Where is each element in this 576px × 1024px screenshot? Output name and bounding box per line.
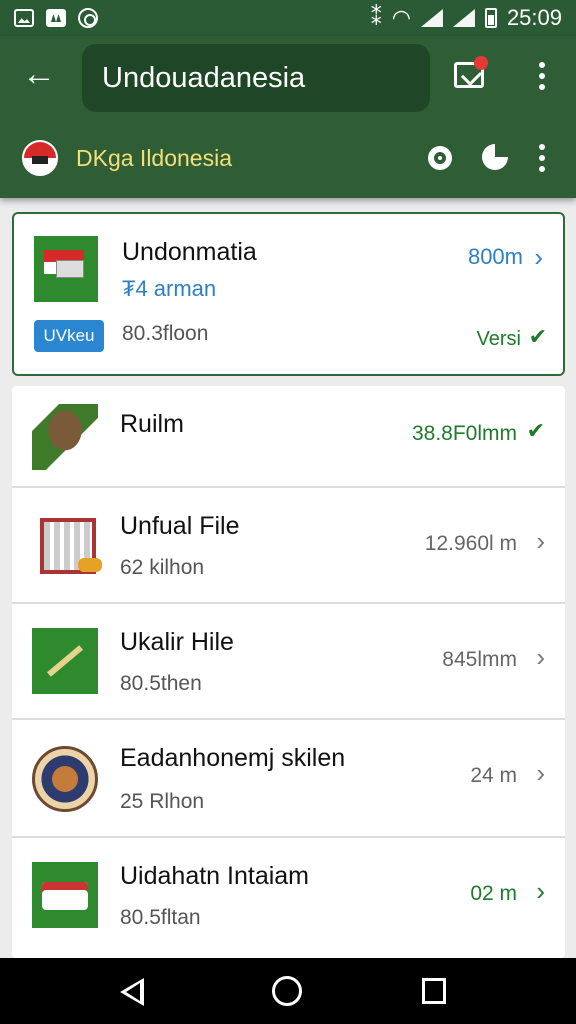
circle-icon xyxy=(78,8,98,28)
featured-count: 80.3floon xyxy=(122,322,209,345)
chevron-right-icon[interactable]: › xyxy=(536,526,545,557)
nav-home-icon[interactable] xyxy=(272,976,302,1006)
item-size: 02 m xyxy=(470,882,517,905)
featured-subtitle: ₮4 arman xyxy=(122,276,217,301)
list-item[interactable]: Uidahatn Intaiam 80.5fltan 02 m › xyxy=(12,838,565,958)
nav-recents-icon[interactable] xyxy=(422,978,446,1004)
list-item[interactable]: Unfual File 62 kilhon 12.960l m › xyxy=(12,488,565,604)
item-title: Ukalir Hile xyxy=(120,628,234,656)
item-count: 25 Rlhon xyxy=(120,790,205,813)
photo-icon xyxy=(14,9,34,27)
item-size: 12.960l m xyxy=(424,532,517,555)
item-thumbnail xyxy=(32,746,98,812)
image-icon xyxy=(46,9,66,27)
notification-badge xyxy=(474,56,488,70)
battery-icon xyxy=(484,8,497,28)
signal-icon xyxy=(420,9,443,27)
gear-icon[interactable] xyxy=(428,146,452,170)
featured-status: Versi xyxy=(476,328,521,350)
list-item[interactable]: Ukalir Hile 80.5then 845lmm › xyxy=(12,604,565,720)
item-title: Unfual File xyxy=(120,512,240,540)
app-bar: ← Undouadanesia DKga Ildonesia xyxy=(0,36,576,198)
check-icon: ✔ xyxy=(528,324,547,349)
featured-thumbnail xyxy=(34,236,98,302)
list-item[interactable]: Eadanhonemj skilen 25 Rlhon 24 m › xyxy=(12,720,565,838)
clock: 25:09 xyxy=(506,5,562,30)
chevron-right-icon[interactable]: › xyxy=(536,642,545,673)
item-count: 80.5fltan xyxy=(120,906,201,929)
item-thumbnail xyxy=(32,628,98,694)
chevron-right-icon[interactable]: › xyxy=(536,758,545,789)
list-item[interactable]: Ruilm 38.8F0lmm ✔ xyxy=(12,386,565,488)
item-title: Eadanhonemj skilen xyxy=(120,744,346,772)
item-size: 38.8F0lmm xyxy=(411,422,517,445)
nav-back-icon[interactable] xyxy=(120,978,144,1006)
pie-chart-icon[interactable] xyxy=(482,144,508,170)
featured-card[interactable]: Undonmatia ₮4 arman 800m › UVkeu 80.3flo… xyxy=(12,212,565,376)
item-title: Uidahatn Intaiam xyxy=(120,862,310,890)
flag-icon xyxy=(22,140,58,176)
region-row[interactable]: DKga Ildonesia xyxy=(22,138,232,178)
item-size: 845lmm xyxy=(442,648,517,671)
wifi-icon: ◠ xyxy=(391,5,411,30)
navigation-bar xyxy=(0,958,576,1024)
featured-tag[interactable]: UVkeu xyxy=(34,320,104,352)
chevron-right-icon[interactable]: › xyxy=(534,242,543,273)
notification-icons xyxy=(14,8,98,28)
featured-title: Undonmatia xyxy=(122,238,257,266)
item-thumbnail xyxy=(32,862,98,928)
item-title: Ruilm xyxy=(120,410,184,438)
item-thumbnail xyxy=(32,404,98,470)
file-list: Ruilm 38.8F0lmm ✔ Unfual File 62 kilhon … xyxy=(12,386,565,958)
search-field[interactable]: Undouadanesia xyxy=(82,44,430,112)
signal-icon-2 xyxy=(452,9,475,27)
back-arrow-icon[interactable]: ← xyxy=(22,56,58,92)
status-bar: ⁑ ◠ 25:09 xyxy=(0,0,576,36)
item-thumbnail xyxy=(32,512,102,578)
featured-size: 800m xyxy=(467,244,523,269)
secondary-menu-icon[interactable] xyxy=(538,144,546,174)
vibrate-icon: ⁑ xyxy=(370,5,382,30)
system-icons: ⁑ ◠ 25:09 xyxy=(371,5,562,31)
chevron-right-icon[interactable]: › xyxy=(536,876,545,907)
item-size: 24 m xyxy=(470,764,517,787)
check-icon: ✔ xyxy=(526,418,545,443)
overflow-menu-icon[interactable] xyxy=(538,62,546,92)
item-count: 80.5then xyxy=(120,672,202,695)
region-label: DKga Ildonesia xyxy=(76,144,232,171)
item-count: 62 kilhon xyxy=(120,556,205,579)
